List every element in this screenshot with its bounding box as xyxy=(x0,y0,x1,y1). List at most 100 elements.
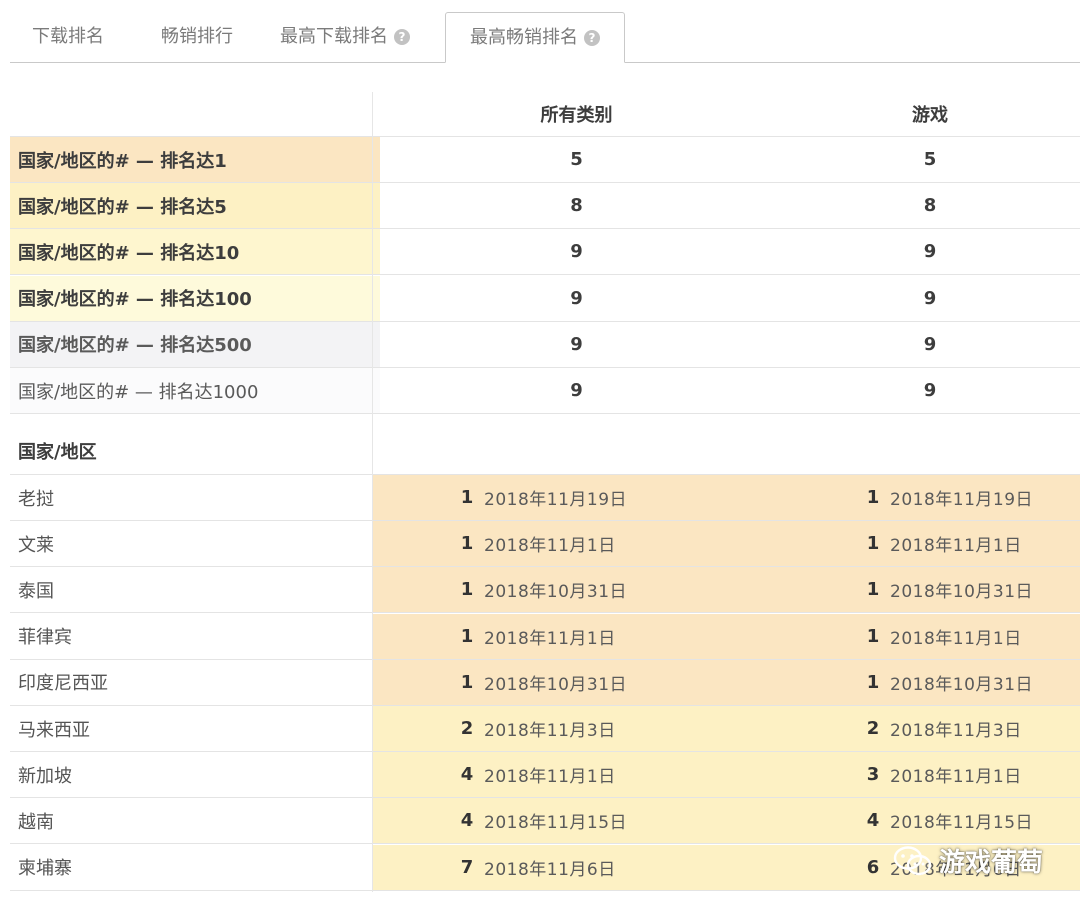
rank-date: 2018年11月19日 xyxy=(890,490,1034,510)
summary-value-all-categories: 9 xyxy=(570,333,583,355)
summary-value-games: 5 xyxy=(923,149,937,170)
cell-games: 4 2018年11月15日 xyxy=(862,798,1033,843)
country-name: 文莱 xyxy=(18,534,54,556)
rank-date: 2018年11月15日 xyxy=(890,813,1034,834)
country-name: 新加坡 xyxy=(18,765,72,787)
rank-date: 2018年11月1日 xyxy=(890,628,1022,649)
summary-row-label: 国家/地区的# — 排名达100 xyxy=(10,275,380,321)
table-header-row: 所有类别 游戏 xyxy=(10,92,1080,137)
rank-date: 2018年11月1日 xyxy=(484,536,616,557)
summary-row: 国家/地区的# — 排名达10 9 9 xyxy=(10,229,1080,276)
rank-date: 2018年11月1日 xyxy=(484,767,616,788)
rank-date: 2018年10月31日 xyxy=(484,582,628,603)
section-header-country: 国家/地区 xyxy=(18,442,97,463)
rank-value: 2 xyxy=(460,718,474,739)
rank-value: 4 xyxy=(460,764,474,786)
summary-row: 国家/地区的# — 排名达500 9 9 xyxy=(10,321,1080,368)
table-row[interactable]: 文莱 1 2018年11月1日 1 2018年11月1日 xyxy=(10,521,1080,568)
tab-label: 最高畅销排名 xyxy=(470,27,578,48)
country-name: 马来西亚 xyxy=(18,719,90,741)
rank-value: 1 xyxy=(866,625,880,647)
summary-row: 国家/地区的# — 排名达1 5 5 xyxy=(10,137,1080,183)
rank-value: 3 xyxy=(866,764,880,786)
tab-label: 最高下载排名 xyxy=(280,26,388,47)
cell-all-categories: 4 2018年11月1日 xyxy=(456,752,616,797)
rank-date: 2018年11月1日 xyxy=(890,767,1022,788)
rank-value: 1 xyxy=(460,625,474,647)
cell-all-categories: 2 2018年11月3日 xyxy=(456,706,616,751)
summary-value-games: 9 xyxy=(923,380,937,401)
watermark: 游戏葡萄 xyxy=(893,842,1043,879)
summary-value-games: 9 xyxy=(923,333,937,355)
rank-value: 4 xyxy=(866,810,880,832)
country-name: 老挝 xyxy=(18,488,54,510)
table-row[interactable]: 越南 4 2018年11月15日 4 2018年11月15日 xyxy=(10,798,1080,845)
summary-row-label: 国家/地区的# — 排名达10 xyxy=(10,229,380,275)
cell-all-categories: 7 2018年11月6日 xyxy=(456,845,616,890)
country-name: 泰国 xyxy=(18,580,54,602)
summary-value-all-categories: 5 xyxy=(570,149,583,170)
rank-value: 1 xyxy=(866,533,880,555)
summary-row-label: 国家/地区的# — 排名达1000 xyxy=(10,368,380,413)
table-row[interactable]: 新加坡 4 2018年11月1日 3 2018年11月1日 xyxy=(10,752,1080,799)
cell-games: 1 2018年10月31日 xyxy=(862,567,1033,612)
rank-date: 2018年11月15日 xyxy=(484,813,628,834)
summary-value-all-categories: 8 xyxy=(570,195,583,217)
summary-row-label: 国家/地区的# — 排名达1 xyxy=(10,137,380,182)
summary-value-all-categories: 9 xyxy=(570,380,583,401)
summary-value-all-categories: 9 xyxy=(570,241,583,263)
country-name: 菲律宾 xyxy=(18,627,72,649)
rank-value: 1 xyxy=(866,487,880,508)
cell-all-categories: 1 2018年10月31日 xyxy=(456,660,627,705)
summary-row-label: 国家/地区的# — 排名达5 xyxy=(10,183,380,229)
rank-value: 4 xyxy=(460,810,474,832)
cell-games: 1 2018年11月1日 xyxy=(862,521,1022,566)
tab-top-downloads-rank[interactable]: 最高下载排名? xyxy=(280,12,410,61)
rank-value: 1 xyxy=(866,579,880,601)
cell-all-categories: 1 2018年11月1日 xyxy=(456,521,616,566)
country-name: 印度尼西亚 xyxy=(18,673,108,695)
rank-date: 2018年10月31日 xyxy=(484,674,628,695)
tab-label: 畅销排行 xyxy=(161,26,233,47)
summary-value-all-categories: 9 xyxy=(570,287,583,309)
table-row[interactable]: 泰国 1 2018年10月31日 1 2018年10月31日 xyxy=(10,567,1080,614)
summary-row: 国家/地区的# — 排名达5 8 8 xyxy=(10,183,1080,230)
tab-bar: 下载排名 畅销排行 最高下载排名? 最高畅销排名? xyxy=(10,0,1080,63)
column-divider xyxy=(372,92,373,892)
cell-all-categories: 1 2018年11月19日 xyxy=(456,475,627,520)
column-header-games[interactable]: 游戏 xyxy=(780,92,1080,136)
rank-value: 1 xyxy=(460,671,474,693)
wechat-icon xyxy=(893,845,932,875)
cell-all-categories: 4 2018年11月15日 xyxy=(456,798,627,843)
section-header-row: 国家/地区 xyxy=(10,414,1080,475)
rank-value: 1 xyxy=(460,579,474,601)
table-row[interactable]: 老挝 1 2018年11月19日 1 2018年11月19日 xyxy=(10,475,1080,521)
summary-row: 国家/地区的# — 排名达1000 9 9 xyxy=(10,368,1080,414)
rank-date: 2018年11月6日 xyxy=(484,859,616,880)
table-row[interactable]: 马来西亚 2 2018年11月3日 2 2018年11月3日 xyxy=(10,706,1080,752)
summary-value-games: 9 xyxy=(923,241,937,263)
cell-games: 3 2018年11月1日 xyxy=(862,752,1022,797)
help-icon[interactable]: ? xyxy=(394,29,410,45)
tab-top-bestseller-rank[interactable]: 最高畅销排名? xyxy=(445,12,625,63)
summary-row-label: 国家/地区的# — 排名达500 xyxy=(10,321,380,367)
help-icon[interactable]: ? xyxy=(584,30,600,46)
rank-date: 2018年11月3日 xyxy=(890,721,1022,741)
rank-value: 6 xyxy=(866,856,880,878)
rank-date: 2018年11月1日 xyxy=(484,628,616,649)
column-header-all-categories[interactable]: 所有类别 xyxy=(373,92,780,136)
tab-bestseller-rank[interactable]: 畅销排行 xyxy=(161,12,233,61)
cell-games: 1 2018年11月1日 xyxy=(862,614,1022,659)
rank-value: 1 xyxy=(460,487,474,508)
table-row[interactable]: 菲律宾 1 2018年11月1日 1 2018年11月1日 xyxy=(10,613,1080,660)
cell-games: 1 2018年11月19日 xyxy=(862,475,1033,520)
watermark-text: 游戏葡萄 xyxy=(939,848,1044,878)
tab-downloads-rank[interactable]: 下载排名 xyxy=(32,12,104,61)
rank-value: 1 xyxy=(866,671,880,693)
summary-value-games: 8 xyxy=(923,195,937,217)
table-row[interactable]: 印度尼西亚 1 2018年10月31日 1 2018年10月31日 xyxy=(10,659,1080,706)
rank-date: 2018年10月31日 xyxy=(890,582,1034,603)
cell-games: 2 2018年11月3日 xyxy=(862,706,1022,751)
rank-date: 2018年10月31日 xyxy=(890,674,1034,695)
summary-value-games: 9 xyxy=(923,287,937,309)
